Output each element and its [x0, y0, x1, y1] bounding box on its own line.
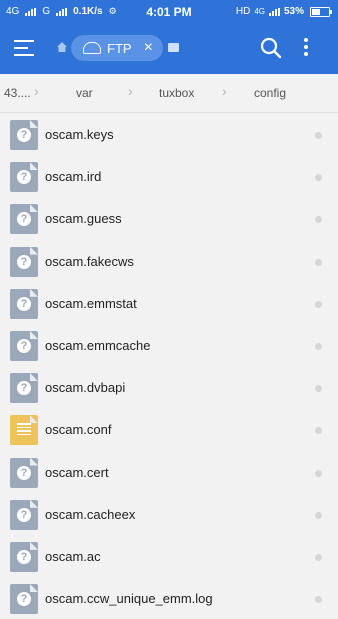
unknown-file-icon: ? [10, 584, 38, 615]
file-row[interactable]: ? oscam.cert [0, 451, 338, 493]
file-row[interactable]: ? oscam.ccw_unique_emm.log [0, 577, 338, 619]
unknown-file-icon: ? [10, 541, 38, 572]
file-row[interactable]: ? oscam.emmstat [0, 282, 338, 324]
file-name: oscam.emmstat [45, 295, 137, 311]
file-name: oscam.ac [45, 548, 101, 564]
file-name: oscam.fakecws [45, 253, 134, 269]
signal3-icon [268, 7, 280, 16]
select-dot-icon[interactable] [315, 174, 322, 182]
file-name: oscam.dvbapi [45, 380, 126, 396]
file-row[interactable]: ? oscam.cacheex [0, 493, 338, 535]
unknown-file-icon: ? [10, 120, 38, 150]
file-name: oscam.ird [45, 169, 102, 185]
unknown-file-icon: ? [10, 330, 38, 361]
select-dot-icon[interactable] [315, 469, 322, 477]
chat-icon[interactable] [168, 43, 179, 52]
battery-percent: 53% [283, 6, 304, 17]
status-bar: 4G G 0.1K/s ⚙ 4:01 PM HD 4G 53% [0, 0, 338, 24]
breadcrumb: 43.... › var › tuxbox › config [0, 74, 338, 113]
app-bar: FTP × [0, 24, 338, 74]
file-row[interactable]: ? oscam.guess [0, 197, 338, 239]
search-icon[interactable] [260, 37, 282, 59]
file-row[interactable]: ? oscam.keys [0, 113, 338, 155]
unknown-file-icon: ? [10, 204, 38, 235]
chevron-right-icon: › [128, 83, 133, 99]
file-row[interactable]: ? oscam.emmcache [0, 324, 338, 366]
select-dot-icon[interactable] [315, 216, 322, 224]
home-icon[interactable] [56, 41, 68, 53]
select-dot-icon[interactable] [315, 258, 322, 266]
unknown-file-icon: ? [10, 499, 38, 530]
file-name: oscam.emmcache [45, 337, 151, 353]
file-name: oscam.keys [45, 127, 114, 142]
unknown-file-icon: ? [10, 373, 38, 404]
select-dot-icon[interactable] [315, 300, 322, 308]
network-label: 4G [254, 7, 265, 16]
select-dot-icon[interactable] [315, 511, 322, 519]
select-dot-icon[interactable] [315, 427, 322, 435]
status-right: HD 4G 53% [235, 6, 332, 17]
select-dot-icon[interactable] [315, 132, 322, 139]
file-name: oscam.conf [45, 422, 112, 438]
file-name: oscam.cacheex [45, 506, 136, 522]
more-vert-icon[interactable] [303, 38, 309, 58]
select-dot-icon[interactable] [315, 342, 322, 350]
select-dot-icon[interactable] [315, 553, 322, 561]
file-row[interactable]: oscam.conf [0, 408, 338, 450]
unknown-file-icon: ? [10, 162, 38, 193]
text-file-icon [10, 415, 38, 446]
tab-ftp-label: FTP [107, 40, 132, 56]
unknown-file-icon: ? [10, 246, 38, 277]
menu-icon[interactable] [14, 38, 36, 58]
chevron-right-icon: › [34, 83, 39, 99]
battery-icon [310, 6, 332, 17]
breadcrumb-item-config[interactable]: config [254, 86, 286, 100]
tab-ftp[interactable]: FTP × [71, 35, 163, 61]
file-row[interactable]: ? oscam.ird [0, 155, 338, 197]
file-row[interactable]: ? oscam.ac [0, 535, 338, 577]
unknown-file-icon: ? [10, 288, 38, 319]
unknown-file-icon: ? [10, 457, 38, 488]
chevron-right-icon: › [222, 83, 227, 99]
file-name: oscam.ccw_unique_emm.log [45, 591, 213, 607]
close-icon[interactable]: × [144, 40, 153, 56]
file-row[interactable]: ? oscam.fakecws [0, 240, 338, 282]
file-list: ? oscam.keys ? oscam.ird ? oscam.guess ? osc… [0, 113, 338, 619]
breadcrumb-item-host[interactable]: 43.... [4, 86, 31, 100]
breadcrumb-item-tuxbox[interactable]: tuxbox [159, 86, 194, 100]
file-name: oscam.cert [45, 464, 109, 480]
file-row[interactable]: ? oscam.dvbapi [0, 366, 338, 408]
breadcrumb-item-var[interactable]: var [76, 86, 93, 100]
ftp-icon [83, 42, 101, 54]
file-name: oscam.guess [45, 211, 122, 227]
select-dot-icon[interactable] [315, 385, 322, 393]
hd-label: HD [235, 6, 251, 17]
